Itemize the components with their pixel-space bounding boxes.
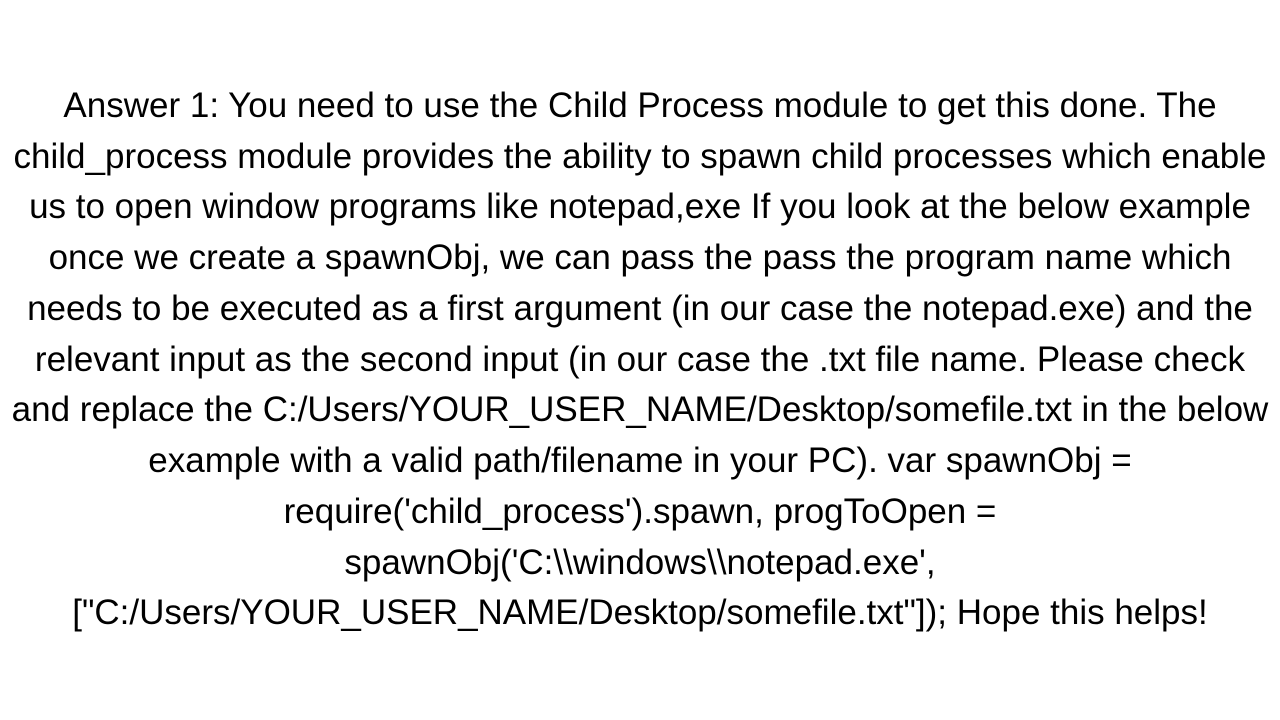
answer-text: Answer 1: You need to use the Child Proc… — [0, 81, 1280, 639]
